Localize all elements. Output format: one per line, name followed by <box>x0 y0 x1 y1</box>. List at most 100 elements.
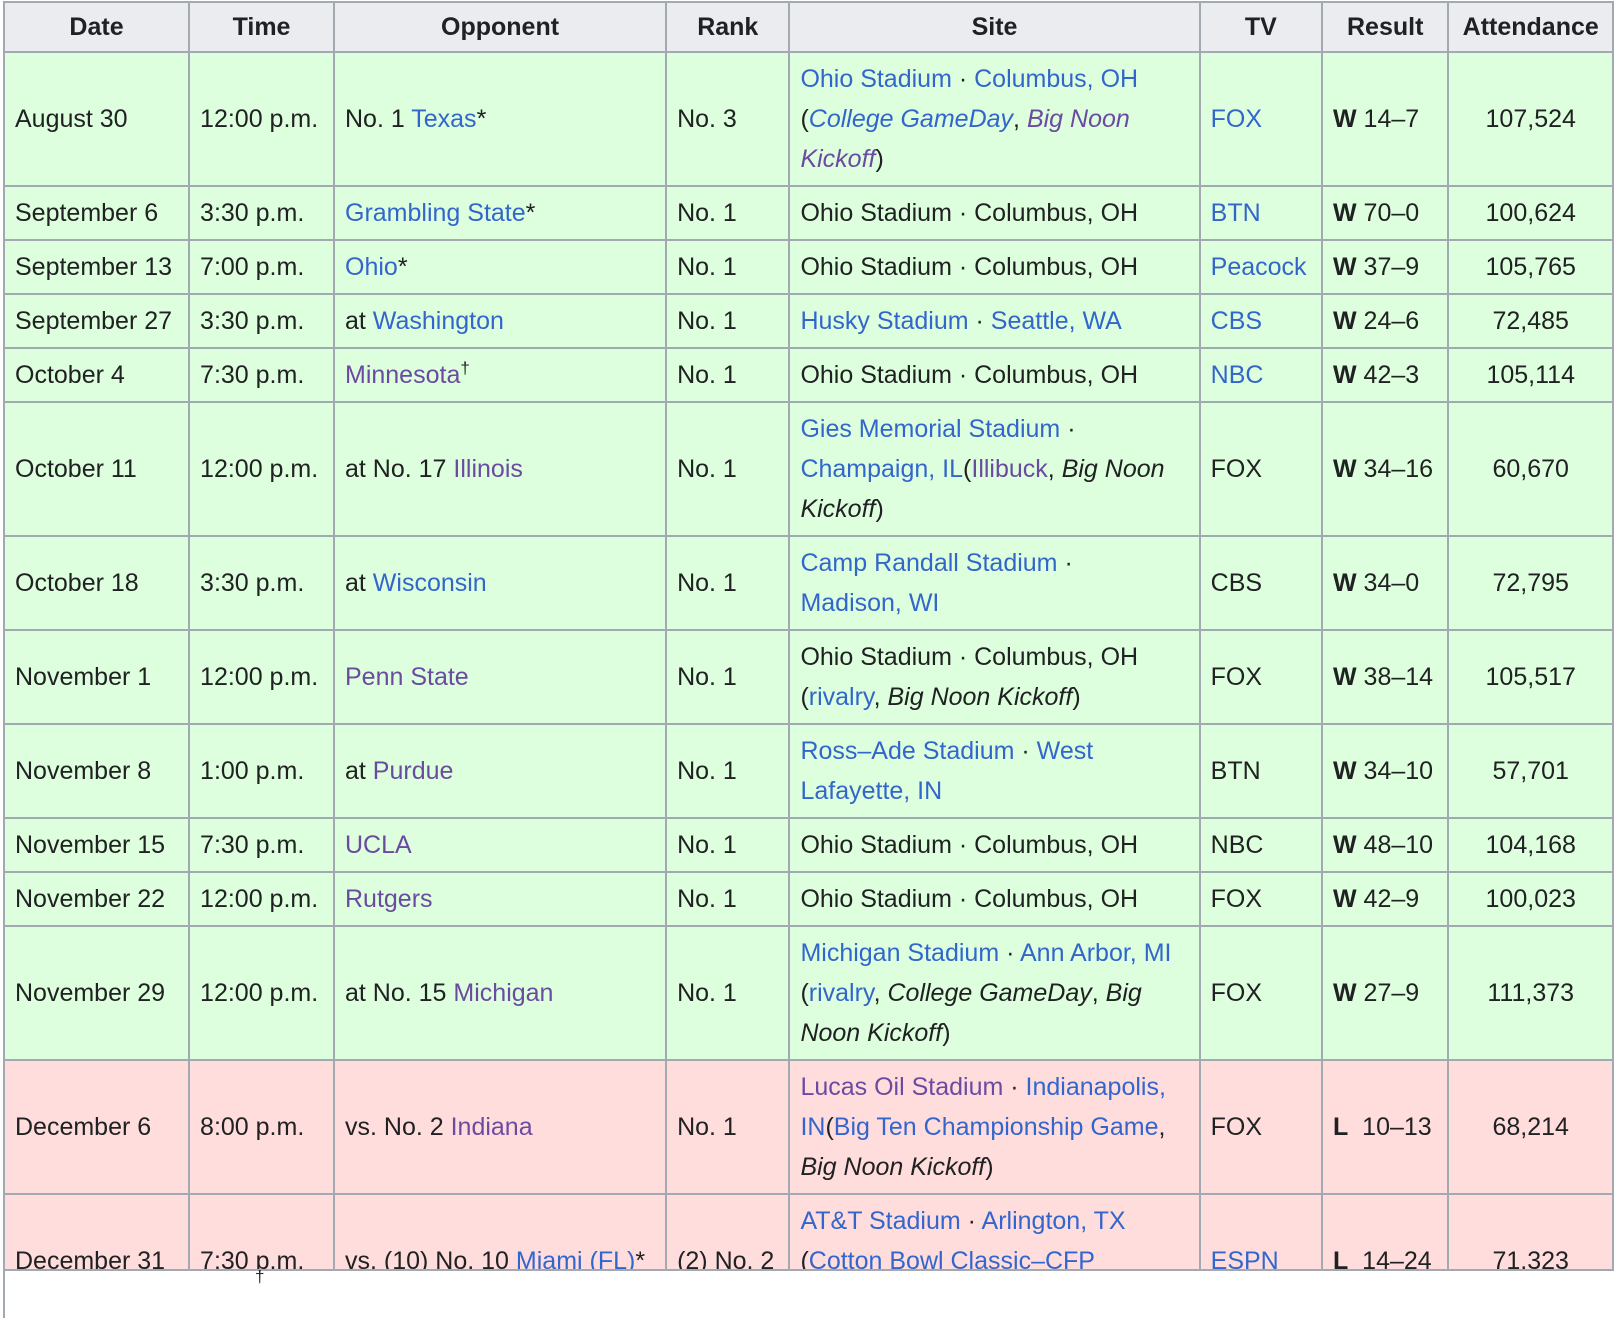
opponent-link[interactable]: Texas <box>411 105 476 133</box>
col-header-time[interactable]: Time <box>188 1 335 53</box>
cell-date: November 15 <box>2 817 191 873</box>
cell-result: W 70–0 <box>1320 185 1450 241</box>
note-text: College GameDay <box>887 979 1092 1007</box>
city-link[interactable]: Columbus, OH <box>974 65 1138 93</box>
cell-tv: CBS <box>1198 535 1323 631</box>
win-loss-marker: W <box>1332 757 1357 785</box>
cell-result: W 34–16 <box>1320 401 1450 537</box>
dagger-marker: † <box>460 358 470 378</box>
cell-rank: No. 1 <box>665 723 791 819</box>
note-link[interactable]: Illibuck <box>971 455 1047 483</box>
cell-rank: No. 1 <box>665 871 791 927</box>
opponent-link[interactable]: Grambling State <box>345 199 526 227</box>
opponent-link[interactable]: Rutgers <box>345 885 433 913</box>
header-row: Date Time Opponent Rank Site TV Result A… <box>2 1 1614 53</box>
comma: , <box>1091 979 1106 1007</box>
cell-site: Ohio Stadium · Columbus, OH (College Game… <box>788 51 1201 187</box>
city-text: Columbus, OH <box>974 361 1139 389</box>
col-header-attendance[interactable]: Attendance <box>1447 1 1614 53</box>
opponent-link[interactable]: Penn State <box>345 663 469 691</box>
paren: ( <box>800 979 809 1007</box>
table-row: August 30 12:00 p.m. No. 1 Texas* No. 3 … <box>2 51 1614 187</box>
cell-time: 8:00 p.m. <box>188 1059 335 1195</box>
site-separator: · <box>999 939 1020 967</box>
stadium-link[interactable]: AT&T Stadium <box>800 1207 960 1235</box>
cell-date: September 13 <box>2 239 191 295</box>
col-header-result[interactable]: Result <box>1320 1 1450 53</box>
tv-link[interactable]: NBC <box>1211 361 1264 389</box>
cell-site: Michigan Stadium · Ann Arbor, MI (rivalry… <box>788 925 1201 1061</box>
opponent-link[interactable]: Washington <box>373 307 504 335</box>
score: 48–10 <box>1363 831 1434 859</box>
opponent-link[interactable]: Ohio <box>345 253 398 281</box>
stadium-link[interactable]: Husky Stadium <box>800 307 968 335</box>
cell-tv: FOX <box>1198 401 1323 537</box>
cell-result: W 42–3 <box>1320 347 1450 403</box>
conference-marker: * <box>525 199 536 227</box>
cell-date: August 30 <box>2 51 191 187</box>
cell-time: 3:30 p.m. <box>188 293 335 349</box>
cell-rank: No. 1 <box>665 401 791 537</box>
cell-result: W 38–14 <box>1320 629 1450 725</box>
note-link[interactable]: College GameDay <box>809 105 1013 133</box>
note-link[interactable]: rivalry <box>809 979 874 1007</box>
opponent-prefix: at No. 15 <box>345 979 454 1007</box>
opponent-link[interactable]: UCLA <box>345 831 412 859</box>
col-header-site[interactable]: Site <box>788 1 1201 53</box>
stadium-link[interactable]: Michigan Stadium <box>800 939 999 967</box>
site-separator: · <box>951 885 975 913</box>
cell-tv: BTN <box>1198 185 1323 241</box>
cell-opponent: at Purdue <box>332 723 668 819</box>
col-header-opponent[interactable]: Opponent <box>332 1 668 53</box>
win-loss-marker: L <box>1332 1113 1349 1141</box>
opponent-link[interactable]: Michigan <box>453 979 553 1007</box>
opponent-link[interactable]: Wisconsin <box>373 569 487 597</box>
tv-link[interactable]: Peacock <box>1211 253 1307 281</box>
city-link[interactable]: Seattle, WA <box>991 307 1122 335</box>
comma: , <box>873 683 888 711</box>
stadium-text: Ohio Stadium <box>800 885 952 913</box>
cell-opponent: Ohio* <box>332 239 668 295</box>
stadium-link[interactable]: Gies Memorial Stadium <box>800 415 1060 443</box>
cell-tv: Peacock <box>1198 239 1323 295</box>
cell-attendance: 107,524 <box>1447 51 1614 187</box>
tv-link[interactable]: CBS <box>1211 307 1262 335</box>
city-link[interactable]: Madison, WI <box>800 589 939 617</box>
cell-time: 12:00 p.m. <box>188 871 335 927</box>
cell-rank: No. 1 <box>665 185 791 241</box>
cell-time: 1:00 p.m. <box>188 723 335 819</box>
city-link[interactable]: Arlington, TX <box>982 1207 1126 1235</box>
stadium-link[interactable]: Camp Randall Stadium <box>800 549 1057 577</box>
paren: ) <box>942 1019 951 1047</box>
cell-time: 7:30 p.m. <box>188 817 335 873</box>
site-separator: · <box>951 199 975 227</box>
cell-tv: NBC <box>1198 347 1323 403</box>
city-link[interactable]: Champaign, IL <box>800 455 963 483</box>
opponent-link[interactable]: Illinois <box>453 455 522 483</box>
paren: ) <box>875 145 884 173</box>
cell-site: Lucas Oil Stadium · Indianapolis, IN(Big… <box>788 1059 1201 1195</box>
note-link[interactable]: Big Ten Championship Game <box>834 1113 1159 1141</box>
opponent-link[interactable]: Purdue <box>373 757 454 785</box>
stadium-link[interactable]: Ross–Ade Stadium <box>800 737 1014 765</box>
col-header-date[interactable]: Date <box>2 1 191 53</box>
cell-site: Ross–Ade Stadium · West Lafayette, IN <box>788 723 1201 819</box>
tv-link[interactable]: FOX <box>1211 105 1262 133</box>
opponent-prefix: at <box>345 757 373 785</box>
stadium-link[interactable]: Lucas Oil Stadium <box>800 1073 1003 1101</box>
tv-link[interactable]: BTN <box>1211 199 1261 227</box>
table-row: September 13 7:00 p.m. Ohio* No. 1 Ohio … <box>2 239 1614 295</box>
score: 38–14 <box>1363 663 1434 691</box>
city-link[interactable]: Ann Arbor, MI <box>1020 939 1171 967</box>
cell-opponent: No. 1 Texas* <box>332 51 668 187</box>
cell-date: September 6 <box>2 185 191 241</box>
col-header-tv[interactable]: TV <box>1198 1 1323 53</box>
cell-date: November 29 <box>2 925 191 1061</box>
cell-rank: No. 3 <box>665 51 791 187</box>
col-header-rank[interactable]: Rank <box>665 1 791 53</box>
cell-site: Ohio Stadium · Columbus, OH <box>788 185 1201 241</box>
stadium-link[interactable]: Ohio Stadium <box>800 65 951 93</box>
opponent-link[interactable]: Indiana <box>451 1113 533 1141</box>
note-link[interactable]: rivalry <box>809 683 874 711</box>
opponent-link[interactable]: Minnesota <box>345 361 460 389</box>
